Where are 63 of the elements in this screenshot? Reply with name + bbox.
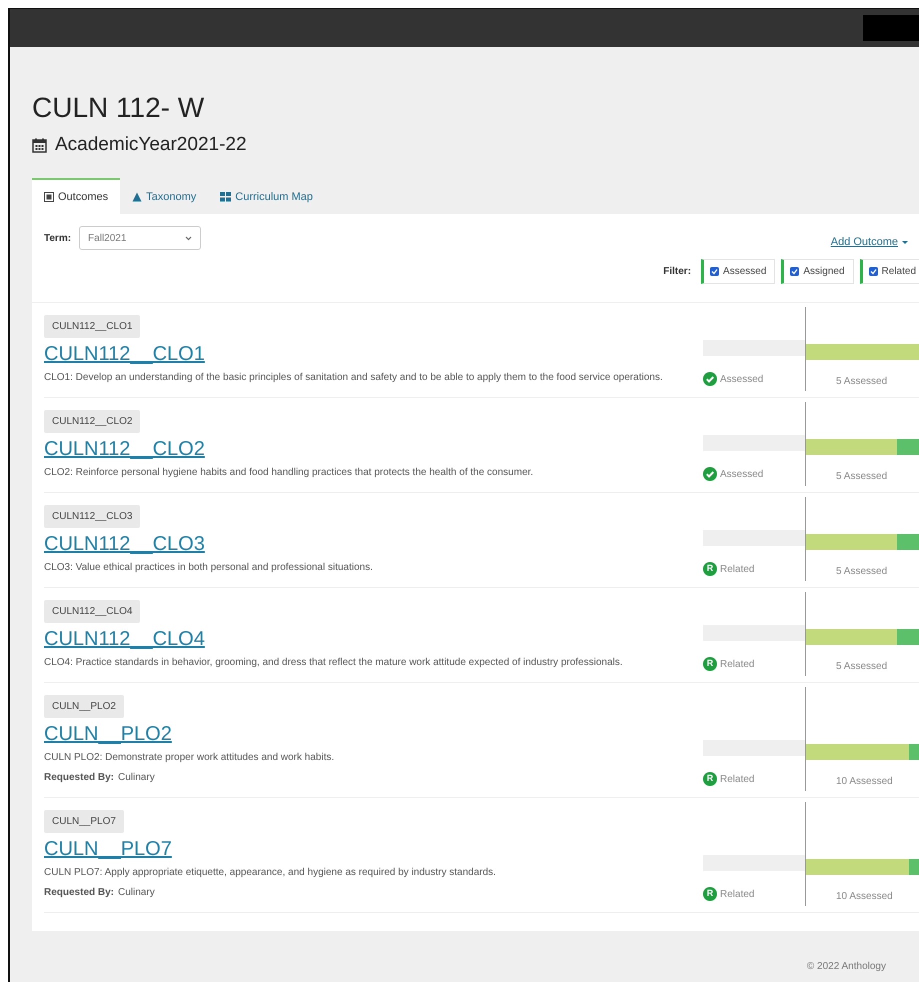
tab[interactable]: Curriculum Map [208,178,325,214]
checkbox[interactable] [710,266,720,276]
tab[interactable]: Taxonomy [120,178,208,214]
page-title: CULN 112- W [32,91,206,125]
grid-icon [220,192,232,202]
outcome-tag: CULN112__CLO1 [44,314,140,338]
related-badge: R [703,562,717,576]
checkbox[interactable] [790,266,800,276]
add-outcome-link[interactable]: Add Outcome [830,234,908,250]
outcome-description: CLO3: Value ethical practices in both personal and professional situations. [44,560,374,574]
assessed-count: 5 Assessed [835,660,888,674]
top-bar-block [863,15,919,41]
requested-by-value: Culinary [118,772,155,782]
related-badge: R [703,772,717,786]
term-label: Term: [44,232,72,246]
outcome-title-link[interactable]: CULN__PLO2 [44,722,172,746]
outcome-tag: CULN__PLO2 [44,694,124,718]
assessed-count: 5 Assessed [835,470,888,484]
checkbox[interactable] [868,266,878,276]
status-label: Related [720,888,754,902]
status-label: Related [720,658,754,672]
filter-checkbox[interactable]: Assessed [701,258,776,284]
filter-checkbox[interactable]: Assigned [781,258,854,284]
caret-icon [902,240,908,244]
outcome-tag: CULN__PLO7 [44,810,124,832]
status-label: Assessed [720,468,764,482]
check-circle-icon [703,467,717,481]
requested-by-value: Culinary [118,886,155,898]
triangle-icon [132,192,142,202]
outcome-description: CULN PLO2: Demonstrate proper work attitudes and work habits. [44,750,336,764]
status-label: Related [720,562,754,576]
calendar-icon [32,138,47,153]
status-label: Related [720,772,754,786]
copyright-text: © 2022 Anthology [806,960,887,974]
assessed-count: 5 Assessed [835,374,888,388]
outcome-title-link[interactable]: CULN112__CLO1 [44,342,205,366]
assessed-count: 10 Assessed [835,774,894,788]
related-badge: R [703,887,717,901]
academic-year: AcademicYear2021-22 [55,133,247,157]
related-badge: R [703,657,717,671]
assessed-count: 10 Assessed [835,890,894,904]
outcome-description: CULN PLO7: Apply appropriate etiquette, appearance, and hygiene as required by industry standards. [44,866,497,880]
list-icon [44,192,54,202]
outcome-tag: CULN112__CLO3 [44,504,140,528]
requested-by-label: Requested By: [44,772,114,782]
outcome-title-link[interactable]: CULN__PLO7 [44,836,172,860]
outcome-title-link[interactable]: CULN112__CLO4 [44,626,205,650]
outcome-description: CLO2: Reinforce personal hygiene habits and food handling practices that protects the health of the consumer. [44,466,534,480]
chevron-down-icon [185,236,192,240]
outcome-description: CLO4: Practice standards in behavior, grooming, and dress that reflect the mature work attitude expected of industry professionals. [44,656,624,670]
outcome-title-link[interactable]: CULN112__CLO2 [44,436,205,460]
filter-label: Filter: [663,264,692,278]
filter-checkbox[interactable]: Related [860,258,919,284]
tab[interactable]: Outcomes [32,178,120,214]
outcome-tag: CULN112__CLO2 [44,410,140,432]
assessed-count: 5 Assessed [835,564,888,578]
outcome-title-link[interactable]: CULN112__CLO3 [44,532,205,556]
requested-by-label: Requested By: [44,886,114,898]
status-label: Assessed [720,372,764,386]
outcome-description: CLO1: Develop an understanding of the basic principles of sanitation and safety and to be able to apply them to the food service operations. [44,370,664,384]
term-select[interactable]: Fall2021 [79,226,202,250]
check-circle-icon [703,372,717,386]
outcome-tag: CULN112__CLO4 [44,600,140,622]
